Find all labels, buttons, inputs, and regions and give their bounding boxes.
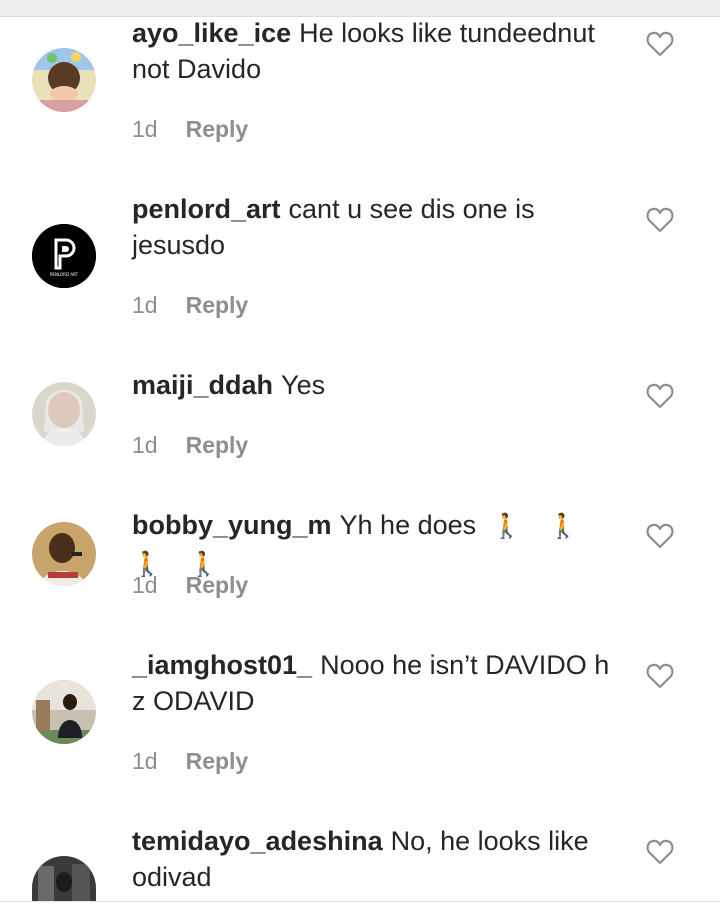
comment-username[interactable]: maiji_ddah	[132, 370, 273, 400]
heart-outline-icon[interactable]	[646, 663, 674, 689]
comment-username[interactable]: _iamghost01_	[132, 650, 312, 680]
avatar[interactable]	[32, 48, 96, 112]
comment-time: 1d	[132, 292, 158, 318]
heart-outline-icon[interactable]	[646, 839, 674, 865]
comment-text: temidayo_adeshina No, he looks like odiva…	[132, 823, 622, 895]
avatar[interactable]: PENLORD ART	[32, 224, 96, 288]
comment-time: 1d	[132, 748, 158, 774]
heart-outline-icon[interactable]	[646, 523, 674, 549]
comment-time: 1d	[132, 432, 158, 458]
reply-button[interactable]: Reply	[186, 116, 249, 142]
comment-meta: 1d Reply	[132, 431, 248, 459]
heart-outline-icon[interactable]	[646, 383, 674, 409]
comment-text: ayo_like_ice He looks like tundeednut not…	[132, 15, 622, 87]
avatar[interactable]	[32, 382, 96, 446]
reply-button[interactable]: Reply	[186, 292, 249, 318]
heart-outline-icon[interactable]	[646, 31, 674, 57]
bottom-edge-bar	[0, 901, 720, 916]
avatar[interactable]	[32, 522, 96, 586]
comment-body: Yh he does	[339, 510, 477, 540]
comment-text: maiji_ddah Yes	[132, 367, 622, 403]
comment-time: 1d	[132, 572, 158, 598]
comment-username[interactable]: bobby_yung_m	[132, 510, 332, 540]
heart-outline-icon[interactable]	[646, 207, 674, 233]
comment-meta: 1d Reply	[132, 747, 248, 775]
comment-text: penlord_art cant u see dis one is jesusdo	[132, 191, 622, 263]
reply-button[interactable]: Reply	[186, 572, 249, 598]
comment-meta: 1d Reply	[132, 115, 248, 143]
comment-meta: 1d Reply	[132, 291, 248, 319]
avatar-caption: PENLORD ART	[50, 272, 79, 277]
reply-button[interactable]: Reply	[186, 748, 249, 774]
comment-username[interactable]: penlord_art	[132, 194, 281, 224]
avatar[interactable]	[32, 680, 96, 744]
comment-username[interactable]: ayo_like_ice	[132, 18, 291, 48]
avatar[interactable]	[32, 856, 96, 901]
reply-button[interactable]: Reply	[186, 432, 249, 458]
comment-username[interactable]: temidayo_adeshina	[132, 826, 383, 856]
comment-body: Yes	[281, 370, 326, 400]
comment-meta: 1d Reply	[132, 571, 248, 599]
comment-text: _iamghost01_ Nooo he isn’t DAVIDO h z ODA…	[132, 647, 622, 719]
comment-time: 1d	[132, 116, 158, 142]
